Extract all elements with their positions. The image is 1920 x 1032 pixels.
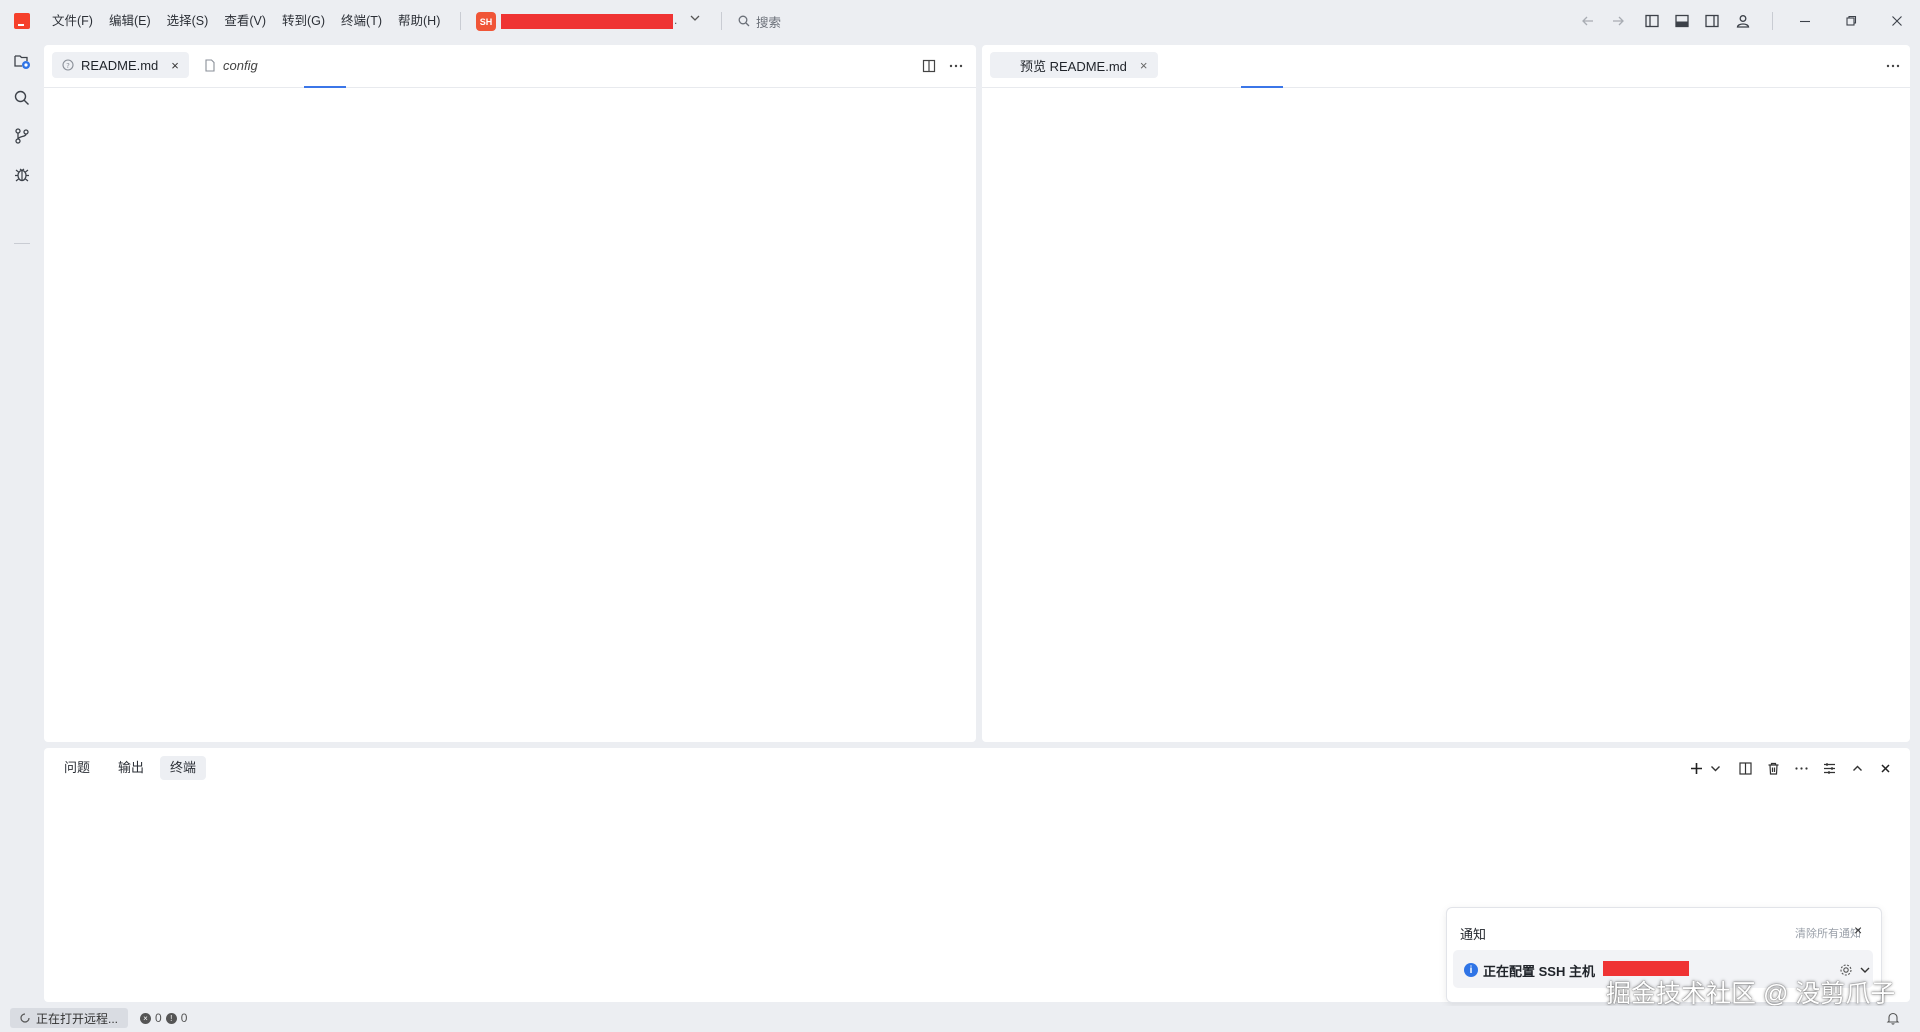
- preview-content[interactable]: [982, 88, 1910, 742]
- panel-layout-icon[interactable]: [1820, 759, 1838, 777]
- minimize-icon[interactable]: [1795, 11, 1815, 31]
- menu-selection[interactable]: 选择(S): [159, 0, 217, 42]
- menu-edit[interactable]: 编辑(E): [101, 0, 159, 42]
- tab-label: config: [223, 57, 258, 73]
- notification-message: 正在配置 SSH 主机: [1483, 964, 1595, 979]
- chevron-down-icon[interactable]: [1706, 759, 1724, 777]
- bell-icon[interactable]: [1886, 1011, 1900, 1028]
- activity-bar: [0, 42, 44, 1002]
- more-actions-icon[interactable]: [1792, 759, 1810, 777]
- forward-arrow-icon[interactable]: [1608, 11, 1628, 31]
- tab-label: 预览 README.md: [1020, 58, 1127, 74]
- app-logo: [14, 13, 30, 29]
- more-actions-icon[interactable]: [947, 57, 965, 75]
- spinner-icon: [20, 1013, 30, 1023]
- clear-all-notifications[interactable]: 清除所有通知: [1795, 925, 1861, 941]
- warning-count: 0: [180, 1011, 188, 1025]
- watermark: 掘金技术社区 @ 没剪爪子: [1606, 980, 1896, 1008]
- editor-group-left: ? README.md × config: [44, 45, 976, 742]
- editor-group-right: 预览 README.md ×: [982, 45, 1910, 742]
- menu-view[interactable]: 查看(V): [216, 0, 274, 42]
- tab-config[interactable]: config: [194, 52, 268, 78]
- menu-bar: 文件(F) 编辑(E) 选择(S) 查看(V) 转到(G) 终端(T) 帮助(H…: [44, 0, 448, 42]
- error-icon: ×: [140, 1012, 151, 1024]
- remote-status[interactable]: 正在打开远程...: [10, 1008, 129, 1028]
- split-terminal-icon[interactable]: [1736, 759, 1754, 777]
- file-icon: [205, 58, 215, 72]
- editor-tab-bar: ? README.md × config: [44, 45, 976, 88]
- title-separator: [721, 12, 722, 30]
- tab-output[interactable]: 输出: [108, 756, 154, 780]
- title-bar: 文件(F) 编辑(E) 选择(S) 查看(V) 转到(G) 终端(T) 帮助(H…: [0, 0, 1920, 42]
- close-tab-icon[interactable]: ×: [1140, 58, 1148, 73]
- search-label: 搜索: [756, 15, 782, 30]
- problems-counter[interactable]: × 0 ! 0: [140, 1011, 187, 1025]
- remote-explorer-icon[interactable]: [12, 51, 32, 71]
- tab-readme[interactable]: ? README.md ×: [52, 52, 189, 78]
- editor-tab-bar: 预览 README.md ×: [982, 45, 1910, 88]
- project-badge[interactable]: SH: [476, 12, 496, 31]
- split-editor-icon[interactable]: [920, 57, 938, 75]
- tab-preview-readme[interactable]: 预览 README.md ×: [990, 52, 1158, 78]
- project-name-suffix: .: [674, 13, 678, 27]
- toggle-primary-sidebar-icon[interactable]: [1642, 11, 1662, 31]
- maximize-panel-icon[interactable]: [1848, 759, 1866, 777]
- tab-problems[interactable]: 问题: [54, 756, 100, 780]
- back-arrow-icon[interactable]: [1578, 11, 1598, 31]
- menu-goto[interactable]: 转到(G): [274, 0, 333, 42]
- menu-terminal[interactable]: 终端(T): [333, 0, 390, 42]
- status-bar: 正在打开远程... × 0 ! 0: [0, 1006, 1920, 1032]
- toggle-panel-icon[interactable]: [1672, 11, 1692, 31]
- debug-bug-icon[interactable]: [12, 164, 32, 184]
- notifications-title: 通知: [1460, 927, 1487, 942]
- remote-status-label: 正在打开远程...: [36, 1011, 119, 1026]
- close-tab-icon[interactable]: ×: [171, 58, 179, 73]
- info-circle-icon: ?: [62, 59, 74, 71]
- toggle-secondary-sidebar-icon[interactable]: [1702, 11, 1722, 31]
- search-icon[interactable]: [12, 88, 32, 108]
- info-icon: i: [1464, 963, 1478, 977]
- menu-file[interactable]: 文件(F): [44, 0, 101, 42]
- source-control-icon[interactable]: [12, 126, 32, 146]
- trash-icon[interactable]: [1764, 759, 1782, 777]
- tab-terminal[interactable]: 终端: [160, 756, 207, 780]
- editor-content[interactable]: [44, 88, 976, 742]
- close-window-icon[interactable]: [1887, 11, 1907, 31]
- warning-icon: !: [165, 1012, 177, 1024]
- project-name-redacted[interactable]: [501, 14, 673, 29]
- menu-help[interactable]: 帮助(H): [390, 0, 448, 42]
- error-count: 0: [155, 1011, 162, 1025]
- tab-label: README.md: [81, 57, 159, 73]
- search-icon: [738, 15, 750, 27]
- chevron-down-icon[interactable]: [690, 13, 700, 26]
- new-terminal-icon[interactable]: [1687, 759, 1705, 777]
- account-icon[interactable]: [1733, 11, 1753, 31]
- restore-icon[interactable]: [1841, 11, 1861, 31]
- activity-separator: [14, 243, 30, 244]
- command-search[interactable]: 搜索: [738, 12, 781, 30]
- more-actions-icon[interactable]: [1884, 57, 1902, 75]
- close-panel-icon[interactable]: [1876, 759, 1894, 777]
- close-notifications-icon[interactable]: ×: [1854, 922, 1862, 938]
- title-separator: [460, 12, 461, 30]
- title-separator: [1772, 12, 1773, 30]
- svg-text:?: ?: [66, 62, 70, 70]
